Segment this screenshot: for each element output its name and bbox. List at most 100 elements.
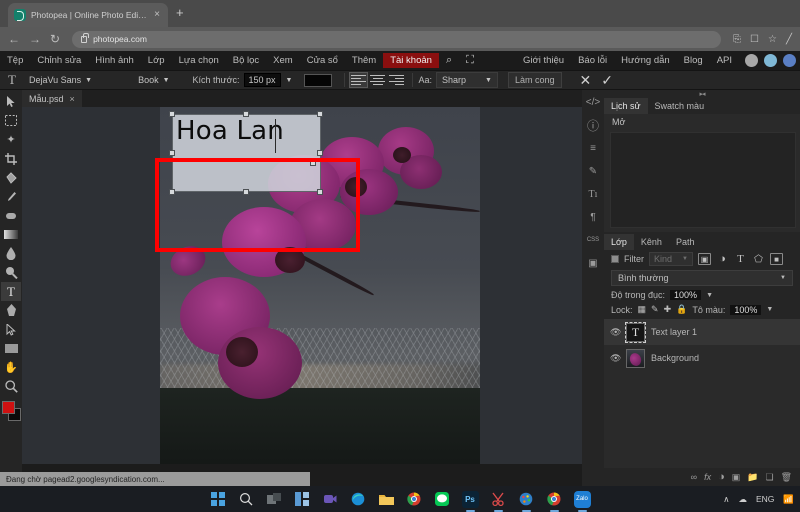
zoom-tool[interactable] bbox=[1, 377, 21, 396]
folder-icon[interactable]: 📁 bbox=[747, 472, 758, 483]
photoshop-icon[interactable]: Ps bbox=[461, 490, 479, 512]
confirm-edit-icon[interactable]: ✓ bbox=[597, 73, 617, 87]
blur-tool[interactable] bbox=[1, 244, 21, 263]
text-color-swatch[interactable] bbox=[304, 73, 333, 87]
layer-thumbnail-background[interactable] bbox=[626, 348, 645, 368]
link-blog[interactable]: Blog bbox=[677, 53, 710, 69]
image-icon[interactable]: ▣ bbox=[584, 255, 602, 271]
zalo-icon[interactable]: Zalo bbox=[573, 490, 591, 512]
type-icon[interactable]: Tı bbox=[584, 186, 602, 202]
code-icon[interactable]: </> bbox=[584, 94, 602, 110]
hand-tool[interactable]: ✋ bbox=[1, 358, 21, 377]
reload-icon[interactable]: ↻ bbox=[50, 33, 60, 45]
pen-tool[interactable] bbox=[1, 301, 21, 320]
layer-thumbnail-text[interactable]: T bbox=[625, 321, 646, 343]
warp-text-button[interactable]: Làm cong bbox=[507, 72, 562, 88]
align-right-button[interactable] bbox=[388, 73, 405, 87]
wifi-icon[interactable]: 📶 bbox=[783, 494, 794, 505]
menu-item-bo-loc[interactable]: Bộ lọc bbox=[226, 53, 266, 69]
mask-icon[interactable]: ▣ bbox=[732, 472, 741, 483]
fx-icon[interactable]: fx bbox=[704, 472, 711, 482]
brush-icon[interactable]: ✎ bbox=[584, 163, 602, 179]
lock-transparency-icon[interactable]: ▦ bbox=[638, 304, 647, 315]
menu-item-xem[interactable]: Xem bbox=[266, 53, 300, 69]
lock-paint-icon[interactable]: ✎ bbox=[651, 304, 659, 315]
shape-filter-icon[interactable]: ⬠ bbox=[752, 253, 765, 265]
path-select-tool[interactable] bbox=[1, 320, 21, 339]
edge-icon[interactable] bbox=[350, 491, 367, 508]
tab-path[interactable]: Path bbox=[669, 234, 702, 250]
lock-position-icon[interactable]: ✚ bbox=[664, 304, 672, 315]
layer-visibility-icon[interactable]: 👁 bbox=[610, 327, 621, 338]
task-view-icon[interactable] bbox=[266, 491, 283, 508]
fill-caret-icon[interactable]: ▼ bbox=[766, 306, 773, 313]
font-size-input[interactable]: 150 px bbox=[243, 73, 281, 87]
menu-item-chinh-sua[interactable]: Chỉnh sửa bbox=[30, 53, 88, 69]
eraser-tool[interactable] bbox=[1, 206, 21, 225]
antialias-select[interactable]: Sharp ▼ bbox=[435, 72, 498, 88]
menu-item-them[interactable]: Thêm bbox=[345, 53, 383, 69]
facebook-icon[interactable] bbox=[783, 54, 796, 67]
link-gioi-thieu[interactable]: Giới thiệu bbox=[516, 53, 571, 69]
document-tab[interactable]: Mẫu.psd × bbox=[22, 90, 82, 107]
font-family-select[interactable]: DejaVu Sans ▼ bbox=[24, 73, 97, 87]
opacity-value[interactable]: 100% bbox=[670, 290, 702, 300]
info-icon[interactable]: ⓘ bbox=[584, 117, 602, 133]
tab-kenh[interactable]: Kênh bbox=[634, 234, 669, 250]
search-icon[interactable] bbox=[238, 491, 255, 508]
pen-icon[interactable]: ╱ bbox=[786, 34, 792, 45]
address-bar[interactable]: photopea.com bbox=[72, 30, 722, 48]
paragraph-icon[interactable]: ¶ bbox=[584, 209, 602, 225]
cancel-edit-icon[interactable]: ✕ bbox=[574, 73, 598, 87]
tray-chevron-icon[interactable]: ∧ bbox=[723, 494, 729, 505]
text-tool[interactable]: T bbox=[1, 282, 21, 301]
align-left-button[interactable] bbox=[349, 72, 369, 88]
fullscreen-icon[interactable]: ⛶ bbox=[459, 54, 481, 67]
transform-handle-tr[interactable] bbox=[317, 111, 323, 117]
snipping-tool-icon[interactable] bbox=[490, 491, 507, 512]
chrome-icon[interactable] bbox=[406, 491, 423, 508]
history-list[interactable] bbox=[610, 132, 796, 228]
lines-icon[interactable]: ≡ bbox=[584, 140, 602, 156]
menu-item-tai-khoan[interactable]: Tài khoản bbox=[383, 52, 439, 69]
new-layer-icon[interactable]: ❏ bbox=[765, 472, 773, 483]
trash-icon[interactable]: 🗑 bbox=[781, 472, 792, 483]
page-icon[interactable]: ☐ bbox=[750, 34, 759, 45]
font-style-select[interactable]: Book ▼ bbox=[133, 73, 174, 87]
link-bao-loi[interactable]: Báo lỗi bbox=[571, 53, 614, 69]
language-indicator[interactable]: ENG bbox=[756, 494, 774, 504]
crop-tool[interactable] bbox=[1, 149, 21, 168]
twitter-icon[interactable] bbox=[764, 54, 777, 67]
css-icon[interactable]: CSS bbox=[584, 232, 602, 248]
text-tool-icon[interactable]: T bbox=[4, 72, 24, 88]
table-row[interactable]: 👁 T Text layer 1 bbox=[604, 319, 800, 345]
menu-item-tep[interactable]: Tệp bbox=[0, 53, 30, 69]
link-api[interactable]: API bbox=[710, 53, 739, 69]
browser-tab[interactable]: Photopea | Online Photo Editor × bbox=[8, 3, 168, 27]
chrome-active-icon[interactable] bbox=[546, 491, 563, 512]
new-tab-icon[interactable]: + bbox=[176, 6, 184, 19]
menu-item-lua-chon[interactable]: Lựa chọn bbox=[172, 53, 226, 69]
table-row[interactable]: 👁 Background bbox=[604, 345, 800, 371]
search-icon[interactable]: ⌕ bbox=[439, 54, 459, 67]
magic-wand-tool[interactable]: ✦ bbox=[1, 130, 21, 149]
transform-handle-mr[interactable] bbox=[317, 150, 323, 156]
start-icon[interactable] bbox=[210, 491, 227, 508]
smart-object-filter-icon[interactable]: ■ bbox=[770, 253, 783, 265]
close-tab-icon[interactable]: × bbox=[152, 10, 162, 20]
transform-handle-tc[interactable] bbox=[243, 111, 249, 117]
line-icon[interactable] bbox=[434, 491, 451, 508]
forward-icon[interactable]: → bbox=[29, 33, 41, 45]
widgets-icon[interactable] bbox=[294, 491, 311, 508]
tab-lich-su[interactable]: Lịch sử bbox=[604, 98, 648, 114]
onedrive-icon[interactable]: ☁ bbox=[738, 494, 747, 505]
teams-icon[interactable] bbox=[322, 491, 339, 508]
shape-tool[interactable] bbox=[1, 339, 21, 358]
align-center-button[interactable] bbox=[369, 73, 386, 87]
image-filter-icon[interactable]: ▣ bbox=[698, 253, 711, 265]
font-size-caret[interactable]: ▼ bbox=[281, 75, 298, 86]
paint-icon[interactable] bbox=[518, 491, 535, 512]
marquee-select-tool[interactable] bbox=[1, 111, 21, 130]
install-icon[interactable]: ⎘ bbox=[733, 34, 741, 45]
filter-checkbox[interactable] bbox=[611, 255, 619, 263]
